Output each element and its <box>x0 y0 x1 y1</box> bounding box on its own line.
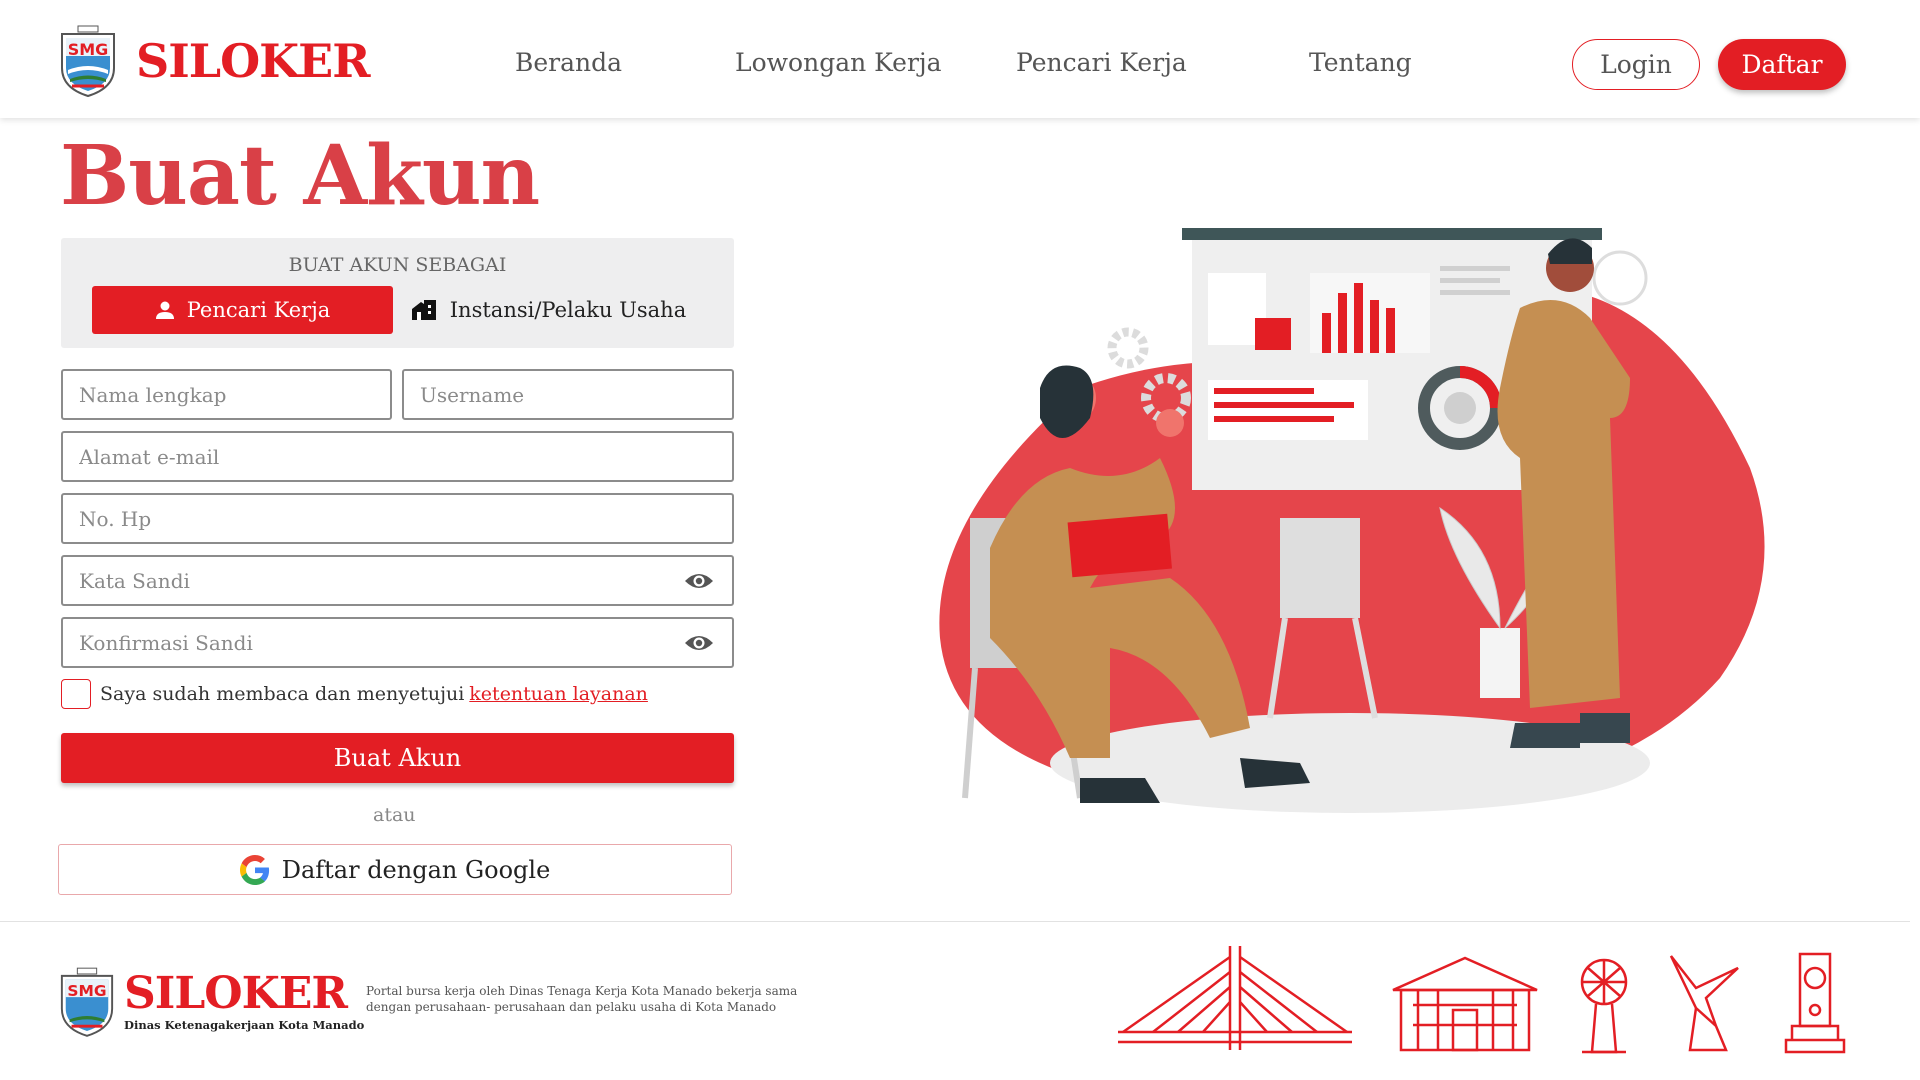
hero-illustration <box>939 228 1765 813</box>
eye-icon[interactable] <box>684 632 714 654</box>
role-option-pencari-kerja[interactable]: Pencari Kerja <box>92 286 393 334</box>
building-icon <box>1392 956 1538 1052</box>
username-field[interactable] <box>402 369 734 420</box>
terms-text: Saya sudah membaca dan menyetujui <box>100 683 465 705</box>
statue-icon <box>1669 955 1739 1052</box>
city-emblem-icon: SMG <box>60 967 114 1037</box>
password-field[interactable] <box>61 555 734 606</box>
building-icon <box>411 300 436 320</box>
nav-tentang[interactable]: Tentang <box>1309 48 1412 77</box>
footer-brand-name: SILOKER <box>124 968 348 1019</box>
confirm-password-input[interactable] <box>63 619 732 666</box>
full-name-field[interactable] <box>61 369 392 420</box>
nav-lowongan-kerja[interactable]: Lowongan Kerja <box>735 48 942 77</box>
or-separator: atau <box>373 804 416 826</box>
brand-name: SILOKER <box>136 34 370 88</box>
monument-globe-icon <box>1580 958 1628 1054</box>
footer-divider <box>0 921 1910 922</box>
role-label: Pencari Kerja <box>186 298 331 322</box>
phone-input[interactable] <box>63 495 732 542</box>
password-input[interactable] <box>63 557 732 604</box>
eye-icon[interactable] <box>684 570 714 592</box>
footer-subtitle: Dinas Ketenagakerjaan Kota Manado <box>124 1018 365 1032</box>
phone-field[interactable] <box>61 493 734 544</box>
role-label: Instansi/Pelaku Usaha <box>449 298 687 322</box>
username-input[interactable] <box>404 371 732 418</box>
create-account-button[interactable]: Buat Akun <box>61 733 734 783</box>
bridge-icon <box>1118 946 1352 1050</box>
landmarks-illustration <box>1118 946 1846 1054</box>
email-field[interactable] <box>61 431 734 482</box>
svg-text:SMG: SMG <box>67 982 106 1000</box>
terms-agreement: Saya sudah membaca dan menyetujui ketent… <box>61 679 648 709</box>
footer-description: Portal bursa kerja oleh Dinas Tenaga Ker… <box>366 984 798 1014</box>
terms-checkbox[interactable] <box>61 679 91 709</box>
google-signup-button[interactable]: Daftar dengan Google <box>58 844 732 895</box>
city-emblem-icon: SMG <box>61 25 115 98</box>
google-signup-label: Daftar dengan Google <box>281 855 551 884</box>
svg-text:SMG: SMG <box>68 40 109 59</box>
role-caption: BUAT AKUN SEBAGAI <box>288 254 507 276</box>
page-title: Buat Akun <box>60 128 540 224</box>
full-name-input[interactable] <box>63 371 390 418</box>
role-selector: BUAT AKUN SEBAGAI Pencari Kerja Instansi… <box>61 238 734 348</box>
email-input[interactable] <box>63 433 732 480</box>
role-option-instansi[interactable]: Instansi/Pelaku Usaha <box>393 286 703 334</box>
nav-pencari-kerja[interactable]: Pencari Kerja <box>1016 48 1187 77</box>
tower-monument-icon <box>1784 952 1846 1054</box>
footer-brand[interactable]: SMG SILOKER Dinas Ketenagakerjaan Kota M… <box>58 966 364 1038</box>
google-icon <box>239 854 269 885</box>
confirm-password-field[interactable] <box>61 617 734 668</box>
user-icon <box>155 301 174 319</box>
terms-link[interactable]: ketentuan layanan <box>469 683 648 705</box>
nav-beranda[interactable]: Beranda <box>515 48 622 77</box>
login-button[interactable]: Login <box>1572 39 1700 90</box>
brand[interactable]: SMG SILOKER <box>58 24 370 98</box>
register-button[interactable]: Daftar <box>1718 39 1846 90</box>
navbar: SMG SILOKER Beranda Lowongan Kerja Penca… <box>0 0 1920 118</box>
